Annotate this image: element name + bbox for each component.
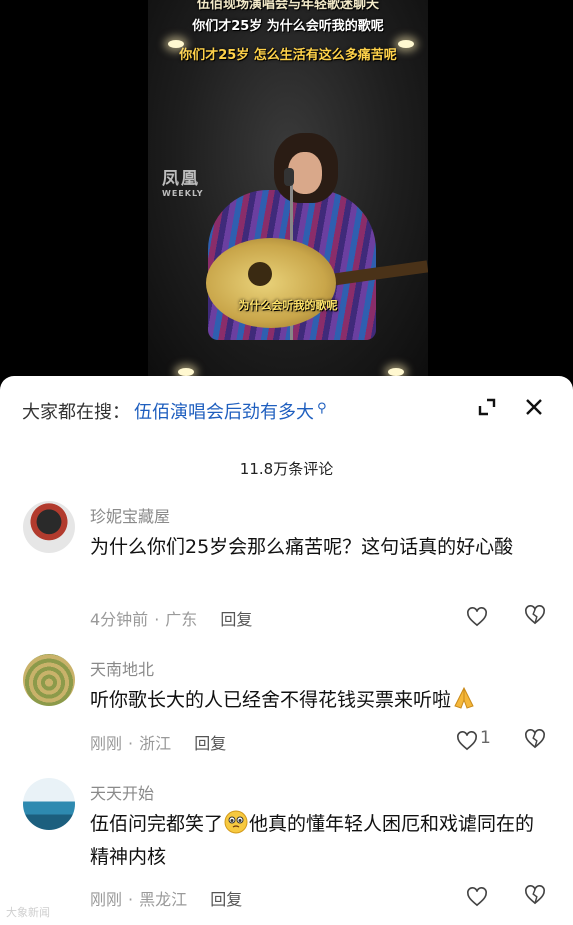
- comment-item: 天天开始 伍佰问完都笑了 他真的懂年轻人困厄和戏谑同在的精神内核 刚刚 · 黑龙江 …: [0, 778, 573, 918]
- comment-time: 刚刚: [90, 890, 123, 909]
- subtitle-top-cut: 伍佰现场演唱会与年轻歌迷聊天: [196, 0, 379, 12]
- stage-light: [388, 368, 404, 376]
- comment-meta: 刚刚 · 浙江 回复: [90, 734, 227, 753]
- subtitle-bottom: 为什么会听我的歌呢: [238, 299, 338, 312]
- microphone: [284, 168, 294, 186]
- collapse-button[interactable]: [474, 394, 500, 420]
- close-button[interactable]: [521, 394, 547, 420]
- comment-meta: 4分钟前 · 广东 回复: [90, 610, 253, 629]
- trending-search-bar[interactable]: 大家都在搜： 伍佰演唱会后劲有多大 ⚲: [22, 398, 327, 424]
- dislike-button[interactable]: [524, 729, 548, 753]
- comment-text-part-a: 伍佰问完都笑了: [90, 813, 224, 835]
- avatar[interactable]: [23, 778, 75, 830]
- guitar-body: [206, 238, 336, 328]
- dislike-button[interactable]: [524, 885, 548, 909]
- corner-watermark: 大象新闻: [6, 906, 50, 919]
- broken-heart-icon: [525, 605, 545, 625]
- comment-username[interactable]: 天天开始: [90, 780, 154, 804]
- guitar-sound-hole: [248, 262, 272, 286]
- comment-meta: 刚刚 · 黑龙江 回复: [90, 890, 243, 909]
- reply-button[interactable]: 回复: [220, 610, 252, 629]
- broken-heart-icon: [525, 885, 545, 905]
- avatar[interactable]: [23, 501, 75, 553]
- like-button[interactable]: [456, 729, 482, 753]
- video-frame: 伍佰现场演唱会与年轻歌迷聊天 你们才25岁 为什么会听我的歌呢 你们才25岁 怎…: [148, 0, 428, 380]
- stage-light: [398, 40, 414, 48]
- dislike-button[interactable]: [524, 605, 548, 629]
- heart-icon: [457, 731, 477, 751]
- weekly-watermark: 凤凰 WEEKLY: [162, 169, 204, 198]
- like-button[interactable]: [466, 885, 492, 909]
- comment-panel: 大家都在搜： 伍佰演唱会后劲有多大 ⚲ 11.8万条评论 珍妮宝藏屋 为什么你们…: [0, 376, 573, 925]
- stage-light: [168, 40, 184, 48]
- broken-heart-icon: [525, 729, 545, 749]
- like-button[interactable]: [466, 605, 492, 629]
- collapse-icon: [478, 398, 496, 416]
- heart-icon: [467, 887, 487, 907]
- close-icon: [526, 399, 542, 415]
- subtitle-line-1: 你们才25岁 为什么会听我的歌呢: [192, 19, 384, 34]
- comment-location: 浙江: [139, 734, 172, 753]
- avatar[interactable]: [23, 654, 75, 706]
- comment-text: 伍佰问完都笑了 他真的懂年轻人困厄和戏谑同在的精神内核: [90, 808, 550, 874]
- comment-time: 刚刚: [90, 734, 123, 753]
- comment-location: 广东: [165, 610, 198, 629]
- reply-button[interactable]: 回复: [210, 890, 242, 909]
- comment-text: 为什么你们25岁会那么痛苦呢？这句话真的好心酸: [90, 536, 514, 558]
- comment-item: 天南地北 听你歌长大的人已经舍不得花钱买票来听啦 刚刚 · 浙江 回复 1: [0, 654, 573, 764]
- reply-button[interactable]: 回复: [194, 734, 226, 753]
- comment-item: 珍妮宝藏屋 为什么你们25岁会那么痛苦呢？这句话真的好心酸 4分钟前 · 广东 回复: [0, 501, 573, 641]
- search-icon: ⚲: [317, 400, 327, 416]
- trending-search-query[interactable]: 伍佰演唱会后劲有多大: [134, 398, 314, 424]
- comment-location: 黑龙江: [139, 890, 188, 909]
- comment-text-body: 听你歌长大的人已经舍不得花钱买票来听啦: [90, 689, 452, 711]
- heart-icon: [467, 607, 487, 627]
- comment-text: 听你歌长大的人已经舍不得花钱买票来听啦: [90, 684, 550, 717]
- comment-username[interactable]: 珍妮宝藏屋: [90, 503, 170, 527]
- comment-count: 11.8万条评论: [239, 460, 334, 478]
- teary-face-emoji: [224, 810, 248, 834]
- pray-emoji: [454, 686, 474, 709]
- stage-light: [178, 368, 194, 376]
- like-count: 1: [480, 728, 491, 748]
- trending-search-label: 大家都在搜：: [22, 402, 130, 423]
- comment-time: 4分钟前: [90, 610, 149, 629]
- comment-username[interactable]: 天南地北: [90, 656, 154, 680]
- subtitle-line-2: 你们才25岁 怎么生活有这么多痛苦呢: [179, 48, 397, 63]
- video-player[interactable]: 伍佰现场演唱会与年轻歌迷聊天 你们才25岁 为什么会听我的歌呢 你们才25岁 怎…: [0, 0, 573, 380]
